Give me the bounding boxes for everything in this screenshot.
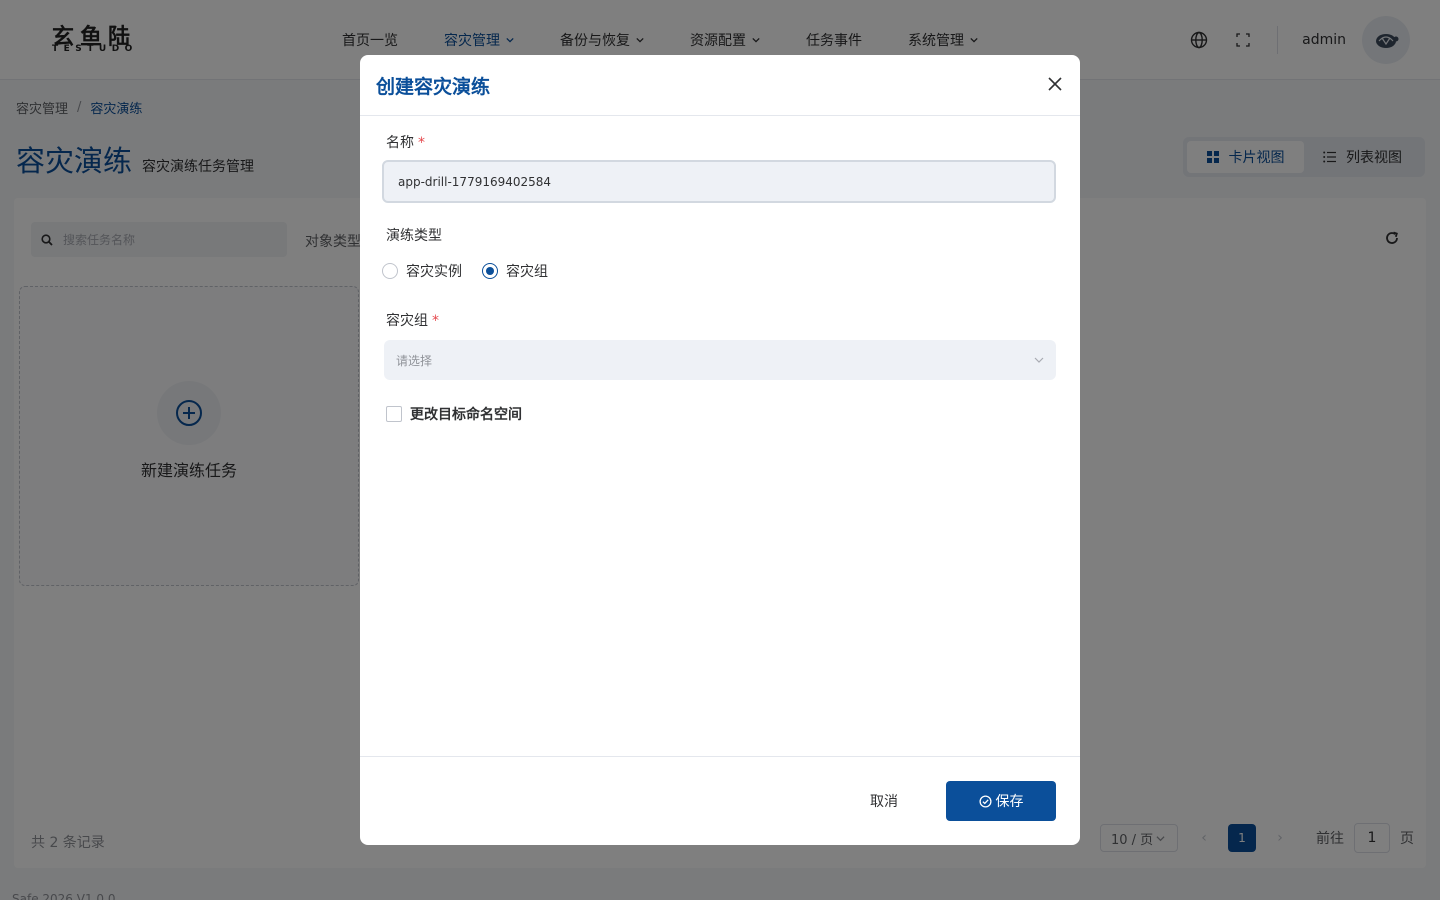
change-namespace-label: 更改目标命名空间 xyxy=(410,407,522,423)
save-button-label: 保存 xyxy=(995,794,1024,810)
required-mark: * xyxy=(432,313,439,329)
name-label: 名称 * xyxy=(386,132,1056,152)
change-namespace-checkbox[interactable] xyxy=(386,406,402,422)
drill-form: 名称 * app-drill-1779169402584 演练类型 容灾实例 容灾… xyxy=(360,132,1080,424)
dr-group-label: 容灾组 * xyxy=(386,310,1056,330)
required-mark: * xyxy=(418,135,425,151)
drill-type-field: 演练类型 容灾实例 容灾组 xyxy=(382,225,1056,281)
radio-circle xyxy=(382,263,398,279)
cancel-button[interactable]: 取消 xyxy=(854,781,914,821)
dialog-header: 创建容灾演练 xyxy=(360,55,1080,116)
dialog-footer: 取消 保存 xyxy=(360,756,1080,845)
name-input-value: app-drill-1779169402584 xyxy=(398,174,552,189)
save-button[interactable]: 保存 xyxy=(946,781,1056,821)
change-namespace-option[interactable]: 更改目标命名空间 xyxy=(386,404,1056,424)
chevron-down-icon xyxy=(1034,357,1044,363)
dr-group-placeholder: 请选择 xyxy=(396,353,433,368)
dr-group-field: 容灾组 * 请选择 xyxy=(384,310,1056,380)
dialog-title: 创建容灾演练 xyxy=(376,75,491,98)
name-label-text: 名称 xyxy=(386,135,414,151)
close-icon[interactable] xyxy=(1046,75,1064,93)
drill-type-radio-group: 容灾实例 容灾组 xyxy=(382,261,1056,281)
radio-dr-group-label: 容灾组 xyxy=(506,264,548,280)
radio-circle-checked xyxy=(482,263,498,279)
check-circle-icon xyxy=(978,794,992,808)
drill-type-label: 演练类型 xyxy=(386,228,442,244)
name-input[interactable]: app-drill-1779169402584 xyxy=(382,160,1056,203)
radio-dr-instance-label: 容灾实例 xyxy=(406,264,462,280)
create-drill-dialog: 创建容灾演练 名称 * app-drill-1779169402584 演练类型 … xyxy=(360,55,1080,845)
radio-dr-instance[interactable]: 容灾实例 xyxy=(382,261,462,281)
dr-group-label-text: 容灾组 xyxy=(386,313,428,329)
dr-group-select[interactable]: 请选择 xyxy=(384,340,1056,380)
radio-dr-group[interactable]: 容灾组 xyxy=(482,261,548,281)
name-field: 名称 * app-drill-1779169402584 xyxy=(382,132,1056,203)
